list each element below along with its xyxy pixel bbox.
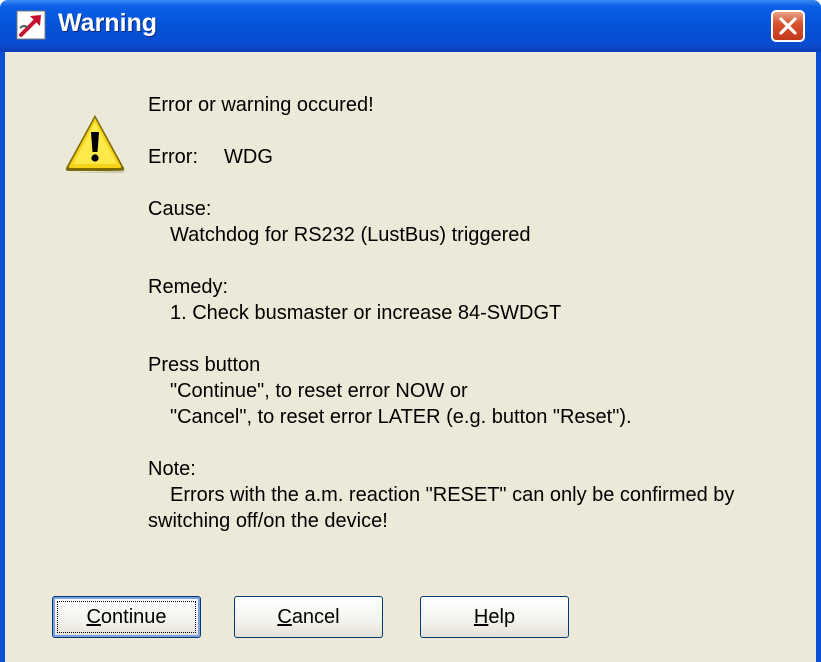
close-icon [779,17,797,35]
help-button[interactable]: Help [420,596,569,638]
cancel-mnemonic: C [277,605,292,628]
help-mnemonic: H [473,605,489,628]
window-title: Warning [58,9,158,37]
continue-button[interactable]: Continue [52,596,201,638]
error-line: Error: WDG [148,144,273,170]
error-label: Error: [148,146,198,168]
help-label: elp [488,605,516,628]
note-line-2: switching off/on the device! [148,510,388,532]
app-arrow-icon [16,10,46,40]
cancel-label: ancel [291,605,340,628]
dialog-body: Error or warning occured! Error: WDG Cau… [5,52,816,662]
remedy-text: 1. Check busmaster or increase 84-SWDGT [170,302,562,324]
press-line-cancel: "Cancel", to reset error LATER (e.g. but… [170,406,632,428]
note-label: Note: [148,458,196,480]
title-bar[interactable]: Warning [0,0,821,52]
remedy-label: Remedy: [148,276,229,298]
cancel-button[interactable]: Cancel [234,596,383,638]
warning-icon [63,112,127,174]
press-line-continue: "Continue", to reset error NOW or [170,380,468,402]
close-button[interactable] [771,10,805,42]
cause-label: Cause: [148,198,212,220]
message-headline: Error or warning occured! [148,94,374,116]
note-line-1: Errors with the a.m. reaction "RESET" ca… [170,484,735,506]
focus-ring [57,601,196,633]
cause-text: Watchdog for RS232 (LustBus) triggered [170,224,531,246]
warning-dialog: Warning Error or warning occured! Error:… [0,0,821,662]
press-label: Press button [148,354,261,376]
error-code: WDG [224,146,273,168]
